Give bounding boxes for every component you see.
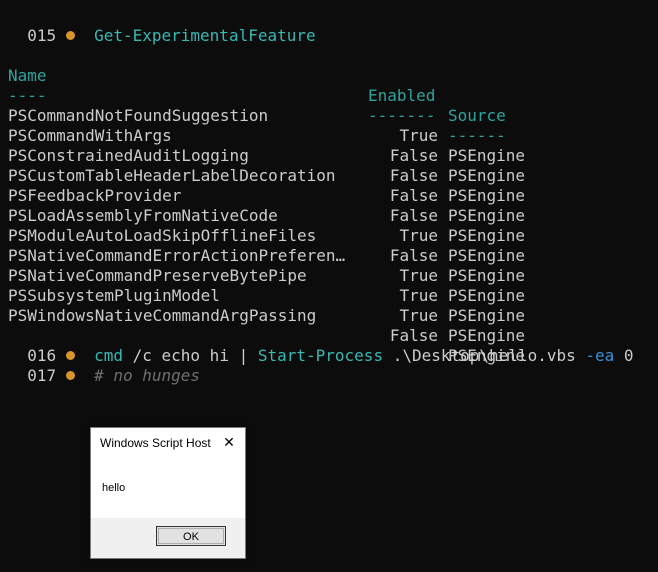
table-row: PSCommandNotFoundSuggestion True PSEngin… [8,86,648,165]
command-param: -ea [585,346,615,365]
feature-source: PSEngine [448,306,526,325]
prompt-line-017[interactable]: 017 # no hunges [8,346,200,385]
table-row: PSModuleAutoLoadSkipOfflineFiles False P… [8,206,648,285]
table-row: PSLoadAssemblyFromNativeCode True PSEngi… [8,186,648,265]
table-row: PSConstrainedAuditLogging False PSEngine [8,126,648,205]
dialog-footer: OK [91,518,245,558]
table-header-row: Name Enabled Source [8,46,648,125]
feature-name: PSWindowsNativeCommandArgPassing [8,306,317,325]
command-text: Get-ExperimentalFeature [94,26,316,45]
prompt-dot-icon [65,371,75,380]
table-row: PSFeedbackProvider False PSEngine [8,166,648,245]
prompt-line-015: 015 Get-ExperimentalFeature [8,6,315,45]
command-path: .\Desktop\hello.vbs [383,346,586,365]
table-row: PSCustomTableHeaderLabelDecoration False… [8,146,648,225]
prompt-dot-icon [65,31,75,40]
table-row: PSNativeCommandPreserveBytePipe True PSE… [8,246,648,325]
feature-enabled: True [399,306,438,325]
close-icon[interactable]: ✕ [219,432,239,452]
command-value: 0 [614,346,634,365]
dialog-title: Windows Script Host [100,436,211,450]
table-row: PSNativeCommandErrorActionPreferen… True… [8,226,648,305]
ok-button[interactable]: OK [156,526,226,546]
message-dialog: Windows Script Host ✕ hello OK [90,427,246,559]
prompt-number: 015 [27,26,57,45]
table-row: PSWindowsNativeCommandArgPassing False P… [8,286,648,365]
table-row: PSCommandWithArgs False PSEngine [8,106,648,185]
command-cmdlet: Start-Process [257,346,384,365]
prompt-line-016: 016 cmd /c echo hi | Start-Process .\Des… [8,326,633,365]
comment-text: # no hunges [94,366,201,385]
table-header-underline: ---- ------- ------ [8,66,648,145]
prompt-number: 017 [27,366,57,385]
table-row: PSSubsystemPluginModel True PSEngine [8,266,648,345]
dialog-message: hello [102,482,126,494]
